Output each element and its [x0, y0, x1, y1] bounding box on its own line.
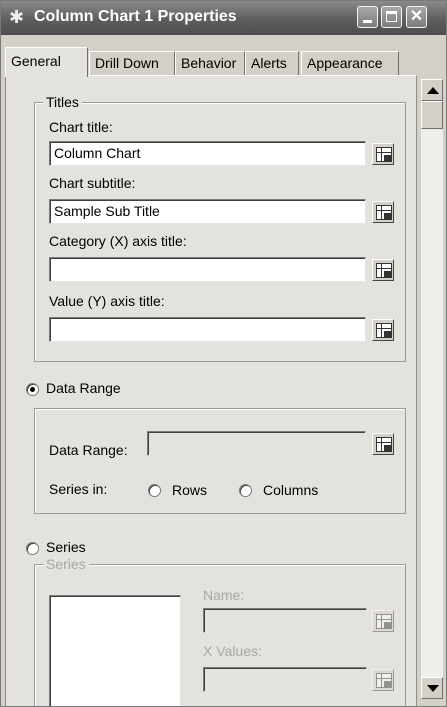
- tab-strip: General Drill Down Behavior Alerts Appea…: [5, 37, 421, 77]
- series-in-columns-label[interactable]: Columns: [263, 482, 318, 498]
- series-listbox[interactable]: [49, 595, 181, 706]
- chart-subtitle-input[interactable]: Sample Sub Title: [49, 199, 366, 224]
- titles-group: Titles Chart title: Column Chart Chart s…: [34, 94, 406, 362]
- chart-title-label: Chart title:: [49, 119, 113, 135]
- titles-legend: Titles: [43, 94, 82, 110]
- series-in-label: Series in:: [49, 481, 108, 497]
- chart-title-picker-button[interactable]: [372, 143, 394, 165]
- close-icon: ✕: [409, 8, 424, 25]
- category-axis-picker-button[interactable]: [372, 259, 394, 281]
- data-range-picker-button[interactable]: [372, 433, 394, 455]
- tab-drill-down[interactable]: Drill Down: [89, 51, 175, 75]
- tab-alerts[interactable]: Alerts: [245, 51, 299, 75]
- general-tab-panel: Titles Chart title: Column Chart Chart s…: [5, 75, 417, 706]
- series-in-rows-radio[interactable]: [148, 484, 161, 497]
- scroll-thumb[interactable]: [421, 101, 443, 129]
- value-axis-title-input[interactable]: [49, 317, 366, 342]
- chart-title-input[interactable]: Column Chart: [49, 141, 366, 166]
- arrow-up-icon: [427, 87, 439, 94]
- minimize-icon: [363, 20, 372, 23]
- series-name-label: Name:: [203, 587, 245, 603]
- series-name-input[interactable]: [203, 608, 367, 633]
- value-axis-title-label: Value (Y) axis title:: [49, 293, 165, 309]
- chart-subtitle-picker-button[interactable]: [372, 201, 394, 223]
- series-legend: Series: [43, 556, 89, 572]
- tab-general[interactable]: General: [5, 47, 88, 77]
- series-x-values-label: X Values:: [203, 643, 262, 659]
- data-range-input[interactable]: [147, 431, 366, 456]
- series-x-values-picker-button[interactable]: [372, 669, 394, 691]
- data-range-radio[interactable]: [26, 383, 39, 396]
- title-bar[interactable]: ✱ Column Chart 1 Properties ✕: [1, 1, 446, 35]
- vertical-scrollbar[interactable]: [421, 79, 443, 699]
- maximize-button[interactable]: [381, 6, 402, 28]
- data-range-field-label: Data Range:: [49, 442, 128, 458]
- series-option-label[interactable]: Series: [46, 539, 86, 555]
- minimize-button[interactable]: [357, 6, 378, 28]
- app-icon: ✱: [9, 7, 25, 27]
- series-name-picker-button[interactable]: [372, 610, 394, 632]
- series-in-rows-label[interactable]: Rows: [172, 482, 207, 498]
- arrow-down-icon: [427, 685, 439, 692]
- tab-appearance[interactable]: Appearance: [301, 51, 399, 75]
- series-radio[interactable]: [26, 542, 39, 555]
- series-in-columns-radio[interactable]: [239, 484, 252, 497]
- data-range-group: Data Range: Series in: Rows Columns: [34, 408, 406, 514]
- scroll-down-button[interactable]: [421, 677, 443, 699]
- value-axis-picker-button[interactable]: [372, 319, 394, 341]
- maximize-icon: [386, 11, 397, 22]
- data-range-option-label[interactable]: Data Range: [46, 380, 121, 396]
- window-title: Column Chart 1 Properties: [34, 8, 237, 25]
- category-axis-title-input[interactable]: [49, 257, 366, 282]
- series-x-values-input[interactable]: [203, 667, 367, 692]
- chart-subtitle-label: Chart subtitle:: [49, 175, 136, 191]
- category-axis-title-label: Category (X) axis title:: [49, 233, 187, 249]
- tab-behavior[interactable]: Behavior: [175, 51, 245, 75]
- properties-dialog: ✱ Column Chart 1 Properties ✕ General Dr…: [0, 0, 447, 707]
- scroll-up-button[interactable]: [421, 79, 443, 101]
- series-group: Series Name: X Values:: [34, 556, 406, 706]
- close-button[interactable]: ✕: [406, 6, 427, 28]
